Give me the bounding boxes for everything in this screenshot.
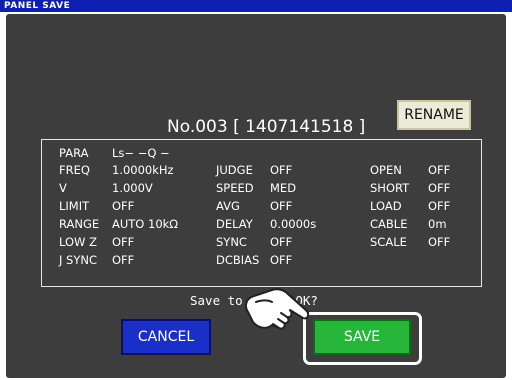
param-jsync-value: OFF (112, 253, 135, 267)
param-sync-value: OFF (270, 235, 293, 249)
param-avg-value: OFF (270, 199, 293, 213)
param-v-label: V (59, 181, 67, 195)
param-lowz-label: LOW Z (59, 235, 97, 249)
param-freq-label: FREQ (59, 163, 90, 177)
param-v-value: 1.000V (112, 181, 153, 195)
cancel-button[interactable]: CANCEL (121, 319, 211, 355)
param-limit-label: LIMIT (59, 199, 90, 213)
param-short-label: SHORT (370, 181, 410, 195)
param-freq-value: 1.0000kHz (112, 163, 174, 177)
parameter-list: PARA Ls− −Q − FREQ 1.0000kHz V 1.000V LI… (41, 139, 482, 287)
param-para-value: Ls− −Q − (112, 146, 170, 160)
param-avg-label: AVG (216, 199, 240, 213)
param-scale-label: SCALE (370, 235, 407, 249)
param-judge-value: OFF (270, 163, 293, 177)
param-lowz-value: OFF (112, 235, 135, 249)
save-button[interactable]: SAVE (313, 319, 411, 355)
param-open-label: OPEN (370, 163, 402, 177)
param-dcbias-value: OFF (270, 253, 293, 267)
rename-button[interactable]: RENAME (397, 100, 471, 130)
param-judge-label: JUDGE (216, 163, 253, 177)
param-range-label: RANGE (59, 217, 100, 231)
param-para-label: PARA (59, 146, 89, 160)
param-dcbias-label: DCBIAS (216, 253, 260, 267)
window-title: PANEL SAVE (0, 0, 512, 12)
param-delay-value: 0.0000s (270, 217, 317, 231)
param-open-value: OFF (428, 163, 451, 177)
param-speed-label: SPEED (216, 181, 254, 195)
param-load-value: OFF (428, 199, 451, 213)
param-sync-label: SYNC (216, 235, 247, 249)
param-cable-value: 0m (428, 217, 447, 231)
record-number: No.003 [ 1407141518 ] (167, 117, 366, 137)
param-delay-label: DELAY (216, 217, 253, 231)
param-limit-value: OFF (112, 199, 135, 213)
param-scale-value: OFF (428, 235, 451, 249)
pointing-hand-icon (245, 288, 310, 330)
param-load-label: LOAD (370, 199, 402, 213)
param-jsync-label: J SYNC (59, 253, 98, 267)
param-range-value: AUTO 10kΩ (112, 217, 179, 231)
param-speed-value: MED (270, 181, 297, 195)
param-short-value: OFF (428, 181, 451, 195)
param-cable-label: CABLE (370, 217, 408, 231)
